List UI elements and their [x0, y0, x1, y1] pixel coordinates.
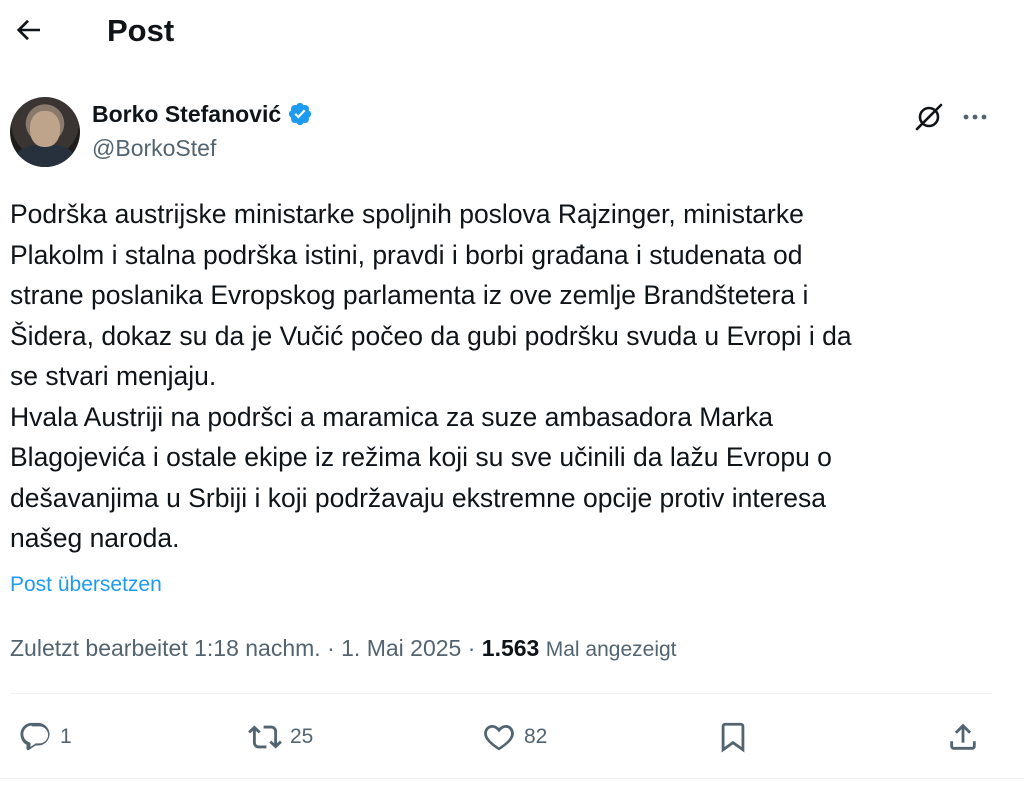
- post-text: Podrška austrijske ministarke spoljnih p…: [10, 199, 852, 553]
- share-button[interactable]: [946, 718, 980, 756]
- like-count: 82: [524, 725, 548, 748]
- back-arrow-icon[interactable]: [12, 14, 44, 46]
- author-handle[interactable]: @BorkoStef: [92, 133, 216, 163]
- reply-button[interactable]: 1: [18, 718, 72, 756]
- heart-icon: [484, 724, 514, 751]
- repost-button[interactable]: 25: [248, 718, 313, 756]
- edited-time[interactable]: Zuletzt bearbeitet 1:18 nachm.: [10, 635, 321, 661]
- page-title: Post: [107, 13, 175, 48]
- avatar[interactable]: [10, 97, 80, 167]
- reply-bubble-icon: [20, 722, 50, 751]
- author-name-row: Borko Stefanović: [92, 99, 313, 129]
- top-bar: Post: [0, 0, 1024, 64]
- share-icon: [950, 723, 976, 750]
- bookmark-icon: [721, 722, 745, 753]
- separator: ·: [320, 635, 342, 661]
- post-date[interactable]: 1. Mai 2025: [341, 635, 461, 661]
- separator: ·: [461, 635, 482, 661]
- bookmark-button[interactable]: [716, 718, 750, 756]
- avatar-face: [30, 111, 60, 147]
- views-label: Mal angezeigt: [545, 638, 677, 661]
- post-metadata: Zuletzt bearbeitet 1:18 nachm. · 1. Mai …: [10, 632, 677, 666]
- more-dots-icon[interactable]: [958, 100, 992, 134]
- translate-post-link[interactable]: Post übersetzen: [10, 571, 162, 599]
- author-name[interactable]: Borko Stefanović: [92, 99, 281, 129]
- divider: [10, 693, 992, 694]
- grok-icon[interactable]: [912, 100, 946, 134]
- reply-count: 1: [60, 725, 72, 748]
- repost-count: 25: [290, 725, 314, 748]
- repost-icon: [248, 725, 282, 749]
- avatar-shirt: [16, 145, 74, 167]
- like-button[interactable]: 82: [482, 718, 547, 756]
- views-count: 1.563: [481, 635, 540, 661]
- divider: [0, 778, 1024, 779]
- verified-badge-icon[interactable]: [287, 101, 313, 127]
